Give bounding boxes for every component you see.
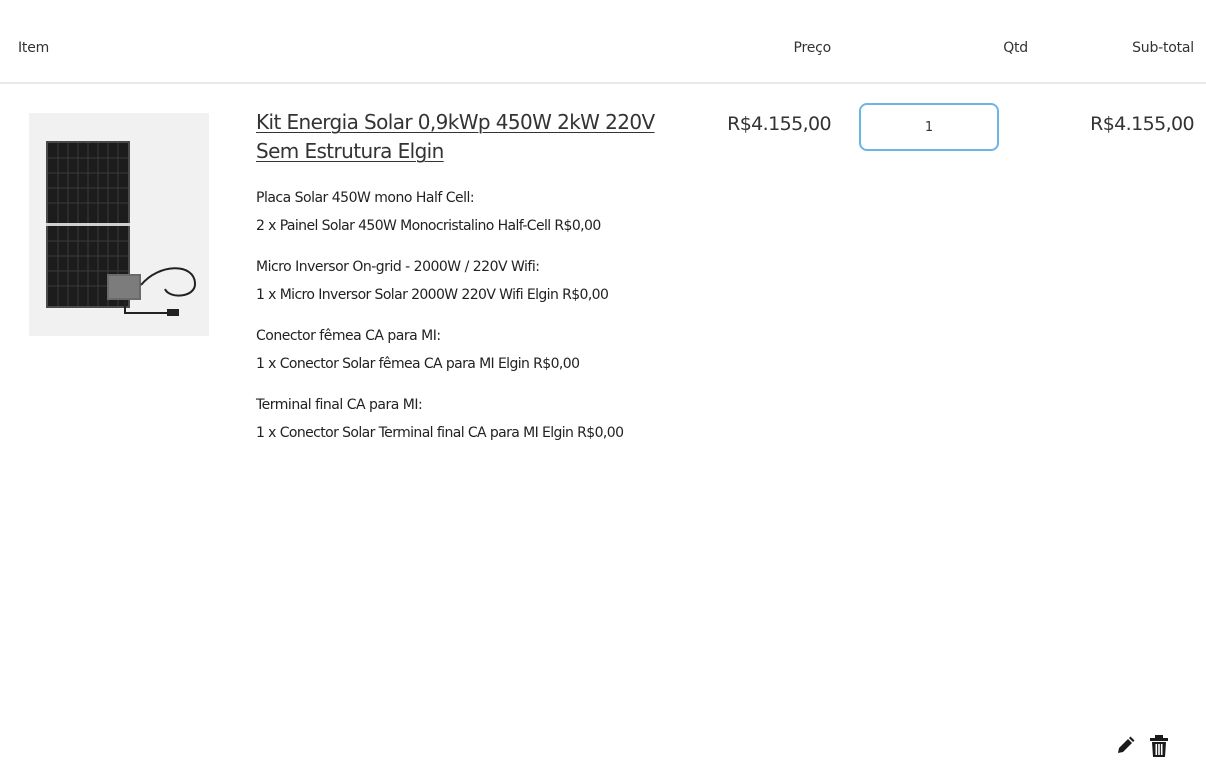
product-option: Conector fêmea CA para MI: 1 x Conector … [256,325,676,375]
solar-panel-kit-image [29,113,209,336]
product-option: Micro Inversor On-grid - 2000W / 220V Wi… [256,256,676,306]
option-detail: 1 x Conector Solar Terminal final CA par… [256,425,624,441]
product-image[interactable] [29,113,209,336]
cart-item-details: Kit Energia Solar 0,9kWp 450W 2kW 220V S… [256,108,676,444]
option-title: Conector fêmea CA para MI: [256,328,441,344]
edit-item-button[interactable] [1112,732,1138,760]
remove-item-button[interactable] [1146,732,1172,760]
option-detail: 2 x Painel Solar 450W Monocristalino Hal… [256,218,601,234]
option-detail: 1 x Micro Inversor Solar 2000W 220V Wifi… [256,287,609,303]
item-price: R$4.155,00 [727,113,832,135]
column-header-subtotal: Sub-total [1132,40,1194,56]
option-title: Micro Inversor On-grid - 2000W / 220V Wi… [256,259,540,275]
quantity-input[interactable] [859,103,999,151]
option-detail: 1 x Conector Solar fêmea CA para MI Elgi… [256,356,580,372]
product-option: Placa Solar 450W mono Half Cell: 2 x Pai… [256,187,676,237]
column-header-price: Preço [793,40,831,56]
product-option: Terminal final CA para MI: 1 x Conector … [256,394,676,444]
column-header-item: Item [18,40,50,56]
cart-table-header: Item Preço Qtd Sub-total [0,0,1206,84]
pencil-icon [1118,736,1135,753]
product-title-link[interactable]: Kit Energia Solar 0,9kWp 450W 2kW 220V S… [256,108,676,166]
column-header-qty: Qtd [1003,40,1028,56]
trash-icon [1150,735,1168,757]
option-title: Terminal final CA para MI: [256,397,423,413]
item-subtotal: R$4.155,00 [1090,113,1195,135]
option-title: Placa Solar 450W mono Half Cell: [256,190,475,206]
